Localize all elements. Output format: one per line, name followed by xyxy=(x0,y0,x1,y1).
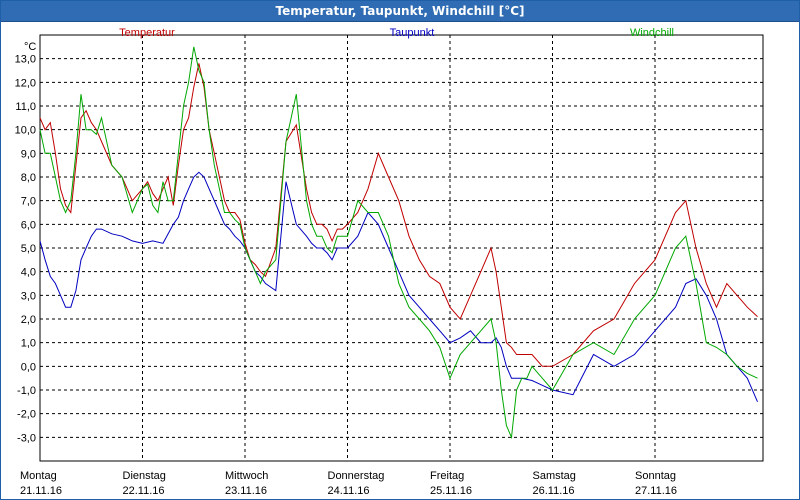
x-tick-date: 21.11.16 xyxy=(20,485,62,497)
y-tick-label: 0,0 xyxy=(21,361,36,373)
x-tick-date: 23.11.16 xyxy=(225,485,267,497)
y-tick-label: 11,0 xyxy=(15,101,36,113)
x-tick-date: 25.11.16 xyxy=(430,485,472,497)
y-tick-label: 2,0 xyxy=(21,314,36,326)
x-tick-date: 24.11.16 xyxy=(328,485,370,497)
legend-temperatur: Temperatur xyxy=(119,27,175,39)
y-tick-label: 9,0 xyxy=(21,148,36,160)
x-tick-day: Dienstag xyxy=(123,470,166,482)
y-tick-label: 10,0 xyxy=(15,125,36,137)
y-tick-label: 6,0 xyxy=(21,219,36,231)
y-tick-label: -3,0 xyxy=(17,432,36,444)
legend-windchill: Windchill xyxy=(630,27,674,39)
x-tick-day: Mittwoch xyxy=(225,470,268,482)
x-tick-day: Freitag xyxy=(430,470,464,482)
y-axis-unit: °C xyxy=(24,41,36,53)
x-tick-date: 22.11.16 xyxy=(123,485,165,497)
x-tick-day: Donnerstag xyxy=(328,470,385,482)
y-tick-label: -1,0 xyxy=(17,385,36,397)
y-tick-label: 4,0 xyxy=(21,267,36,279)
legend-taupunkt: Taupunkt xyxy=(390,27,435,39)
y-tick-label: 13,0 xyxy=(15,54,36,66)
y-tick-label: 3,0 xyxy=(21,290,36,302)
x-tick-date: 26.11.16 xyxy=(533,485,575,497)
y-tick-label: 5,0 xyxy=(21,243,36,255)
y-tick-labels: 13,0 12,0 11,0 10,0 9,0 8,0 7,0 6,0 5,0 4,0 3,0 2,0… xyxy=(15,54,36,445)
line-chart: °C 13,0 12,0 11,0 10,0 9,0 8,0 7,0 6,0 5,0 4,0 3,0… xyxy=(15,27,764,497)
y-tick-label: 12,0 xyxy=(15,77,36,89)
y-tick-label: -2,0 xyxy=(17,409,36,421)
x-tick-day: Samstag xyxy=(533,470,576,482)
y-tick-label: 8,0 xyxy=(21,172,36,184)
y-tick-label: 7,0 xyxy=(21,196,36,208)
x-tick-labels: Montag 21.11.16 Dienstag 22.11.16 Mittwoch 23… xyxy=(20,470,677,497)
x-tick-date: 27.11.16 xyxy=(635,485,677,497)
x-tick-day: Montag xyxy=(20,470,57,482)
x-tick-day: Sonntag xyxy=(635,470,676,482)
y-tick-label: 1,0 xyxy=(21,338,36,350)
